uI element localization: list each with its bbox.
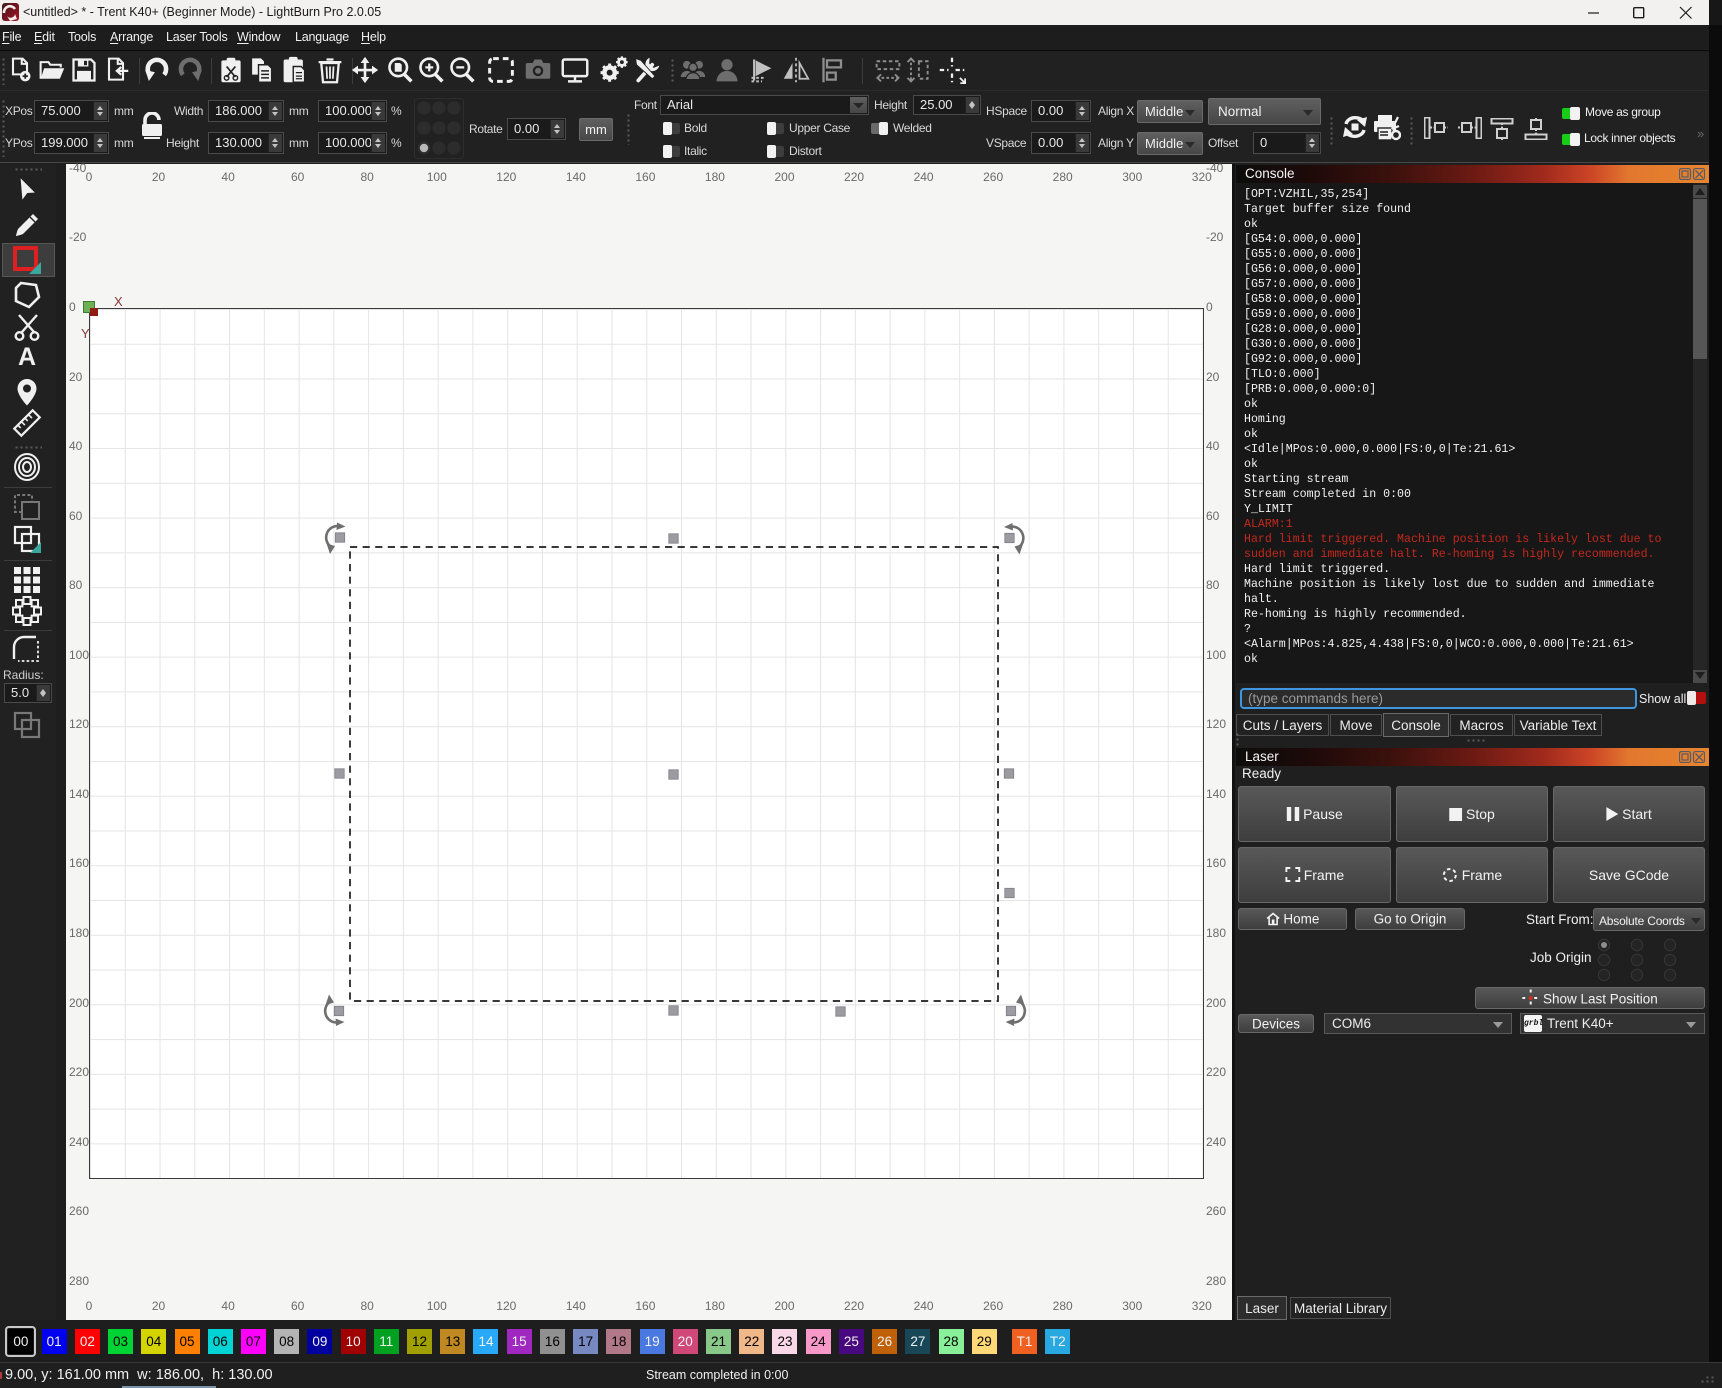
svg-text:X: X xyxy=(114,294,123,309)
svg-text:Y: Y xyxy=(81,326,90,341)
